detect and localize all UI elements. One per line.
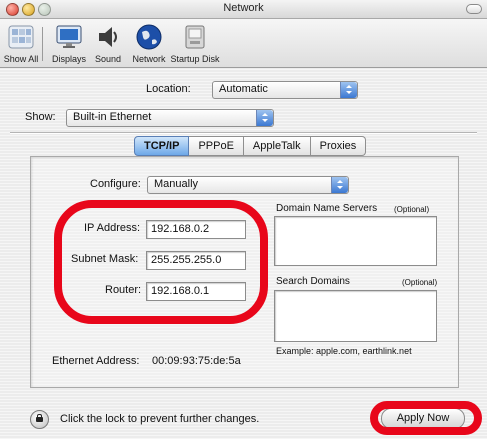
subnet-mask-field[interactable]: 255.255.255.0 — [146, 251, 246, 270]
toolbar-item-displays[interactable]: Displays — [49, 22, 89, 64]
divider — [10, 132, 477, 134]
apply-now-button[interactable]: Apply Now — [381, 408, 465, 429]
tab-bar: TCP/IP PPPoE AppleTalk Proxies — [134, 136, 367, 156]
subnet-mask-label: Subnet Mask: — [71, 253, 139, 265]
dns-optional-label: (Optional) — [394, 205, 430, 214]
toolbar-item-sound[interactable]: Sound — [91, 22, 125, 64]
configure-value: Manually — [154, 178, 199, 190]
toolbar-toggle-button[interactable] — [466, 4, 482, 14]
search-domains-field[interactable] — [274, 290, 437, 342]
toolbar-item-startup-disk[interactable]: Startup Disk — [168, 22, 222, 64]
toolbar-item-show-all[interactable]: Show All — [3, 22, 39, 64]
dns-label: Domain Name Servers — [276, 203, 378, 214]
toolbar-separator — [42, 27, 43, 61]
window-title: Network — [223, 2, 264, 14]
lock-text: Click the lock to prevent further change… — [60, 413, 260, 425]
show-label: Show: — [25, 111, 56, 123]
show-popup[interactable]: Built-in Ethernet — [66, 109, 274, 127]
search-domains-label: Search Domains — [276, 276, 350, 287]
ethernet-address-value: 00:09:93:75:de:5a — [152, 355, 241, 367]
router-field[interactable]: 192.168.0.1 — [146, 282, 246, 301]
title-bar: Network — [0, 0, 487, 19]
location-popup[interactable]: Automatic — [212, 81, 358, 99]
display-icon — [54, 22, 84, 52]
tab-tcpip[interactable]: TCP/IP — [134, 136, 190, 156]
popup-arrows-icon — [340, 82, 357, 98]
ip-address-field[interactable]: 192.168.0.2 — [146, 220, 246, 239]
search-domains-example: Example: apple.com, earthlink.net — [276, 346, 412, 356]
search-domains-optional-label: (Optional) — [402, 278, 438, 287]
tab-pppoe[interactable]: PPPoE — [189, 136, 244, 156]
popup-arrows-icon — [256, 110, 273, 126]
apple-logo-icon — [6, 22, 36, 52]
tab-proxies[interactable]: Proxies — [310, 136, 367, 156]
speaker-icon — [93, 22, 123, 52]
dns-servers-field[interactable] — [274, 216, 437, 266]
toolbar-item-network[interactable]: Network — [129, 22, 169, 64]
show-value: Built-in Ethernet — [73, 111, 152, 123]
globe-icon — [134, 22, 164, 52]
lock-icon[interactable] — [30, 410, 49, 429]
configure-label: Configure: — [90, 178, 141, 190]
disk-icon — [180, 22, 210, 52]
tab-appletalk[interactable]: AppleTalk — [243, 136, 311, 156]
location-value: Automatic — [219, 83, 268, 95]
toolbar: Show All Displays Sound Network Startup … — [0, 19, 487, 68]
ip-address-label: IP Address: — [84, 222, 141, 234]
router-label: Router: — [105, 284, 142, 296]
network-preferences-window: Network Show All Displays Sound Network … — [0, 0, 487, 439]
ethernet-address-label: Ethernet Address: — [52, 355, 140, 367]
popup-arrows-icon — [331, 177, 348, 193]
configure-popup[interactable]: Manually — [147, 176, 349, 194]
location-label: Location: — [146, 83, 191, 95]
